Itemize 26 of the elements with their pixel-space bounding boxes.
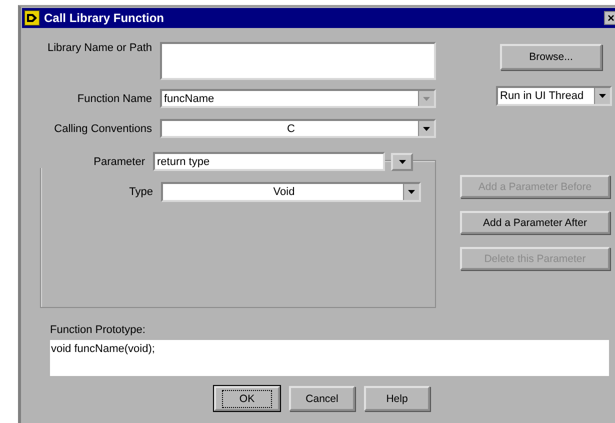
prototype-label: Function Prototype: [50,324,146,336]
dialog-button[interactable]: Help [364,386,430,411]
field-label: Function Name [76,92,153,104]
library-path-field[interactable] [160,42,436,80]
function-name-field[interactable]: funcName [160,89,436,108]
close-button[interactable]: × [604,11,615,25]
thread-dropdown[interactable]: Run in UI Thread [496,86,612,106]
field-label: Type [128,186,154,198]
dropdown-arrow-icon [423,126,430,130]
prototype-field: void funcName(void); [50,340,609,376]
app-icon [24,10,40,26]
dialog-button[interactable]: Cancel [289,386,355,411]
parameter-button[interactable]: Add a Parameter After [460,211,610,234]
field-label: Library Name or Path [46,42,153,54]
dropdown-arrow-icon [423,96,430,100]
field-label: Calling Conventions [53,122,153,134]
type-dropdown[interactable]: Void [161,182,421,202]
window-title: Call Library Function [44,11,166,25]
dialog-button[interactable]: OK [214,386,280,411]
parameter-dropdown-button[interactable] [391,152,413,170]
parameter-field[interactable]: return type [153,152,385,171]
dropdown-arrow-icon [599,94,606,98]
calling-conventions-dropdown[interactable]: C [160,119,436,138]
dropdown-arrow-icon [398,160,406,164]
dropdown-arrow-icon [408,190,415,194]
browse-button[interactable]: Browse... [500,44,602,70]
